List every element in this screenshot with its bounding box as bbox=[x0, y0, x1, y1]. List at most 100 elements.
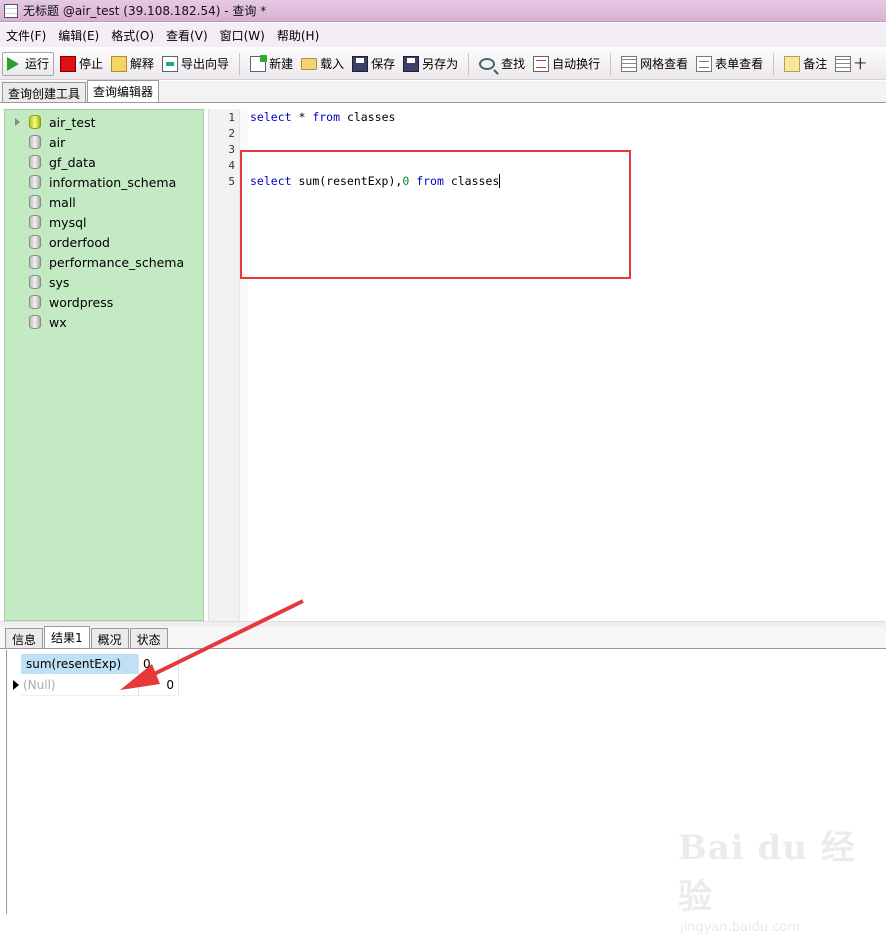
new-label: 新建 bbox=[269, 57, 294, 71]
database-icon bbox=[29, 155, 41, 169]
row-header-spacer bbox=[10, 654, 21, 674]
line-number: 5 bbox=[228, 175, 235, 188]
tree-item-air-test[interactable]: air_test bbox=[5, 112, 203, 132]
word-wrap-button[interactable]: 自动换行 bbox=[529, 52, 604, 76]
menu-bar: 文件(F) 编辑(E) 格式(O) 查看(V) 窗口(W) 帮助(H) bbox=[0, 23, 886, 47]
tab-status[interactable]: 状态 bbox=[129, 628, 168, 648]
toolbar-separator bbox=[468, 52, 470, 75]
tree-item-gf-data[interactable]: gf_data bbox=[5, 152, 203, 172]
load-button[interactable]: 载入 bbox=[297, 52, 348, 76]
word-wrap-label: 自动换行 bbox=[552, 57, 601, 71]
play-icon bbox=[7, 56, 19, 71]
tree-item-orderfood[interactable]: orderfood bbox=[5, 232, 203, 252]
explain-icon bbox=[111, 55, 128, 72]
database-icon bbox=[29, 295, 41, 309]
stop-button[interactable]: 停止 bbox=[56, 52, 107, 76]
column-header[interactable]: sum(resentExp) bbox=[21, 654, 139, 674]
menu-view[interactable]: 查看(V) bbox=[160, 27, 214, 44]
column-header[interactable]: 0 bbox=[139, 654, 179, 674]
explain-button[interactable]: 解释 bbox=[107, 52, 158, 76]
load-label: 载入 bbox=[320, 57, 345, 71]
grid-view-button[interactable]: 网格查看 bbox=[617, 52, 692, 76]
menu-file[interactable]: 文件(F) bbox=[0, 27, 52, 44]
tree-item-label: wordpress bbox=[49, 294, 114, 310]
highlight-box bbox=[240, 150, 631, 279]
save-as-label: 另存为 bbox=[422, 57, 459, 71]
line-number: 3 bbox=[228, 143, 235, 156]
tree-item-information-schema[interactable]: information_schema bbox=[5, 172, 203, 192]
toolbar-separator bbox=[773, 52, 775, 75]
grid-icon bbox=[835, 55, 852, 72]
tree-item-label: mysql bbox=[49, 214, 87, 230]
more-button[interactable]: 十 bbox=[831, 52, 870, 76]
save-label: 保存 bbox=[371, 57, 396, 71]
folder-icon bbox=[301, 57, 318, 70]
table-cell[interactable]: 0 bbox=[139, 674, 179, 696]
menu-edit[interactable]: 编辑(E) bbox=[52, 27, 105, 44]
tab-query-editor[interactable]: 查询编辑器 bbox=[87, 80, 160, 102]
editor-tabs: 查询创建工具 查询编辑器 bbox=[0, 80, 886, 103]
find-button[interactable]: 查找 bbox=[475, 52, 529, 76]
tree-item-label: performance_schema bbox=[49, 254, 185, 270]
tree-item-label: air bbox=[49, 134, 66, 150]
tab-result-1[interactable]: 结果1 bbox=[44, 626, 90, 648]
menu-help[interactable]: 帮助(H) bbox=[271, 27, 325, 44]
form-view-button[interactable]: 表单查看 bbox=[692, 52, 767, 76]
export-wizard-button[interactable]: 导出向导 bbox=[158, 52, 233, 76]
line-number: 1 bbox=[228, 111, 235, 124]
tab-query-builder[interactable]: 查询创建工具 bbox=[2, 82, 87, 102]
save-as-button[interactable]: 另存为 bbox=[399, 52, 462, 76]
run-button[interactable]: 运行 bbox=[2, 51, 55, 76]
watermark-url: jingyan.baidu.com bbox=[680, 920, 800, 935]
toolbar-separator bbox=[239, 52, 241, 75]
tree-item-performance-schema[interactable]: performance_schema bbox=[5, 252, 203, 272]
stop-icon bbox=[60, 55, 77, 72]
sql-keyword: select bbox=[250, 110, 292, 124]
tree-item-label: mall bbox=[49, 194, 76, 210]
tree-item-air[interactable]: air bbox=[5, 132, 203, 152]
database-icon bbox=[29, 215, 41, 229]
run-label: 运行 bbox=[25, 57, 50, 71]
tree-item-wordpress[interactable]: wordpress bbox=[5, 292, 203, 312]
tree-item-sys[interactable]: sys bbox=[5, 272, 203, 292]
new-button[interactable]: 新建 bbox=[246, 52, 297, 76]
notes-button[interactable]: 备注 bbox=[780, 52, 831, 76]
save-button[interactable]: 保存 bbox=[348, 52, 399, 76]
tree-item-label: information_schema bbox=[49, 174, 177, 190]
database-tree: air_test air gf_data information_schema … bbox=[4, 109, 204, 621]
grid-header: sum(resentExp) 0 bbox=[10, 654, 179, 674]
tab-info[interactable]: 信息 bbox=[5, 628, 44, 648]
stop-label: 停止 bbox=[79, 57, 104, 71]
sql-text: classes bbox=[340, 110, 396, 124]
title-bar: 无标题 @air_test (39.108.182.54) - 查询 * bbox=[0, 0, 886, 22]
sql-keyword: from bbox=[312, 110, 341, 124]
menu-window[interactable]: 窗口(W) bbox=[214, 27, 271, 44]
tree-item-label: sys bbox=[49, 274, 70, 290]
menu-format[interactable]: 格式(O) bbox=[105, 27, 160, 44]
save-icon bbox=[352, 55, 369, 72]
form-icon bbox=[696, 55, 713, 72]
tree-item-label: wx bbox=[49, 314, 67, 330]
export-icon bbox=[162, 55, 179, 72]
expand-arrow-icon[interactable] bbox=[15, 118, 20, 126]
window-title: 无标题 @air_test (39.108.182.54) - 查询 * bbox=[23, 4, 267, 18]
table-cell[interactable]: (Null) bbox=[21, 674, 139, 696]
code-line-1[interactable]: select * from classes bbox=[250, 110, 395, 124]
toolbar-separator bbox=[610, 52, 612, 75]
database-icon bbox=[29, 195, 41, 209]
tree-item-label: gf_data bbox=[49, 154, 96, 170]
tree-item-mall[interactable]: mall bbox=[5, 192, 203, 212]
toolbar: 运行 停止 解释 导出向导 新建 载入 保存 另存为 查找 自动换行 网格查看 bbox=[0, 48, 886, 80]
line-number-gutter: 1 2 3 4 5 bbox=[209, 109, 239, 621]
result-tabs: 信息 结果1 概况 状态 bbox=[0, 626, 886, 649]
database-icon bbox=[29, 275, 41, 289]
more-label: 十 bbox=[854, 57, 867, 71]
tree-item-mysql[interactable]: mysql bbox=[5, 212, 203, 232]
export-wizard-label: 导出向导 bbox=[181, 57, 230, 71]
tree-item-label: air_test bbox=[49, 114, 96, 130]
table-row[interactable]: (Null) 0 bbox=[10, 674, 179, 696]
notes-label: 备注 bbox=[803, 57, 828, 71]
search-icon bbox=[479, 57, 496, 70]
tree-item-wx[interactable]: wx bbox=[5, 312, 203, 332]
tab-profile[interactable]: 概况 bbox=[90, 628, 129, 648]
